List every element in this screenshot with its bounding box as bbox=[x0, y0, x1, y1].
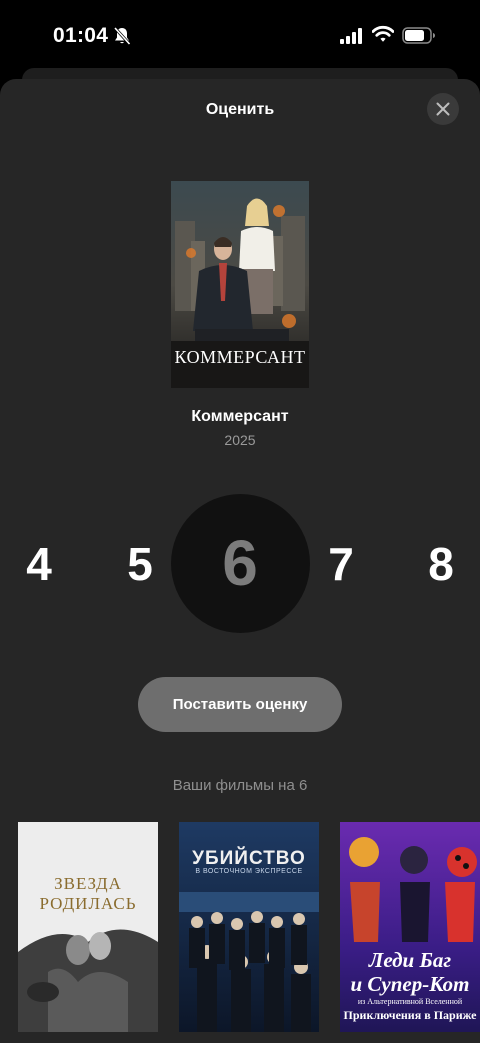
film-card-2[interactable]: УБИЙСТВО В ВОСТОЧНОМ ЭКСПРЕССЕ bbox=[179, 822, 319, 1032]
movie-year: 2025 bbox=[224, 432, 256, 448]
rating-sheet: Оценить КОММЕРСАНТ Коммерсант 2025 4 5 6… bbox=[0, 79, 480, 1043]
sheet-title: Оценить bbox=[205, 101, 275, 118]
battery-icon bbox=[402, 27, 436, 49]
wifi-icon bbox=[371, 25, 395, 48]
film-poster-title-line2: В ВОСТОЧНОМ ЭКСПРЕССЕ bbox=[195, 868, 303, 875]
film-poster-title-line1: ЗВЕЗДА bbox=[54, 874, 122, 893]
poster-title: КОММЕРСАНТ bbox=[174, 347, 306, 367]
bell-slash-icon bbox=[113, 26, 131, 46]
film-poster-title-line1: УБИЙСТВО bbox=[192, 848, 306, 869]
movie-title: Коммерсант bbox=[191, 408, 289, 425]
film-poster-title-line1: Леди Баг bbox=[368, 948, 452, 972]
rating-option-6-selected[interactable]: 6 bbox=[190, 527, 290, 599]
film-poster-title-line2: РОДИЛАСЬ bbox=[39, 894, 137, 913]
close-button[interactable] bbox=[427, 93, 459, 125]
rating-option-4[interactable]: 4 bbox=[9, 537, 69, 592]
film-poster-title-line2: и Супер-Кот bbox=[350, 972, 470, 996]
submit-rating-button[interactable]: Поставить оценку bbox=[138, 677, 342, 732]
signal-icon bbox=[340, 28, 362, 49]
film-poster-subtitle: из Альтернативной Вселенной bbox=[357, 997, 463, 1006]
film-card-1[interactable]: ЗВЕЗДА РОДИЛАСЬ bbox=[18, 822, 158, 1032]
rating-option-8[interactable]: 8 bbox=[411, 537, 471, 592]
status-time: 01:04 bbox=[53, 24, 109, 47]
close-icon bbox=[436, 102, 450, 116]
film-poster-tagline: Приключения в Париже bbox=[343, 1008, 477, 1022]
movie-poster: КОММЕРСАНТ bbox=[171, 181, 309, 388]
status-bar: 01:04 bbox=[0, 0, 480, 70]
rating-option-7[interactable]: 7 bbox=[311, 537, 371, 592]
film-card-3[interactable]: Леди Баг и Супер-Кот из Альтернативной В… bbox=[340, 822, 480, 1032]
films-heading: Ваши фильмы на 6 bbox=[172, 777, 308, 794]
rating-option-5[interactable]: 5 bbox=[110, 537, 170, 592]
